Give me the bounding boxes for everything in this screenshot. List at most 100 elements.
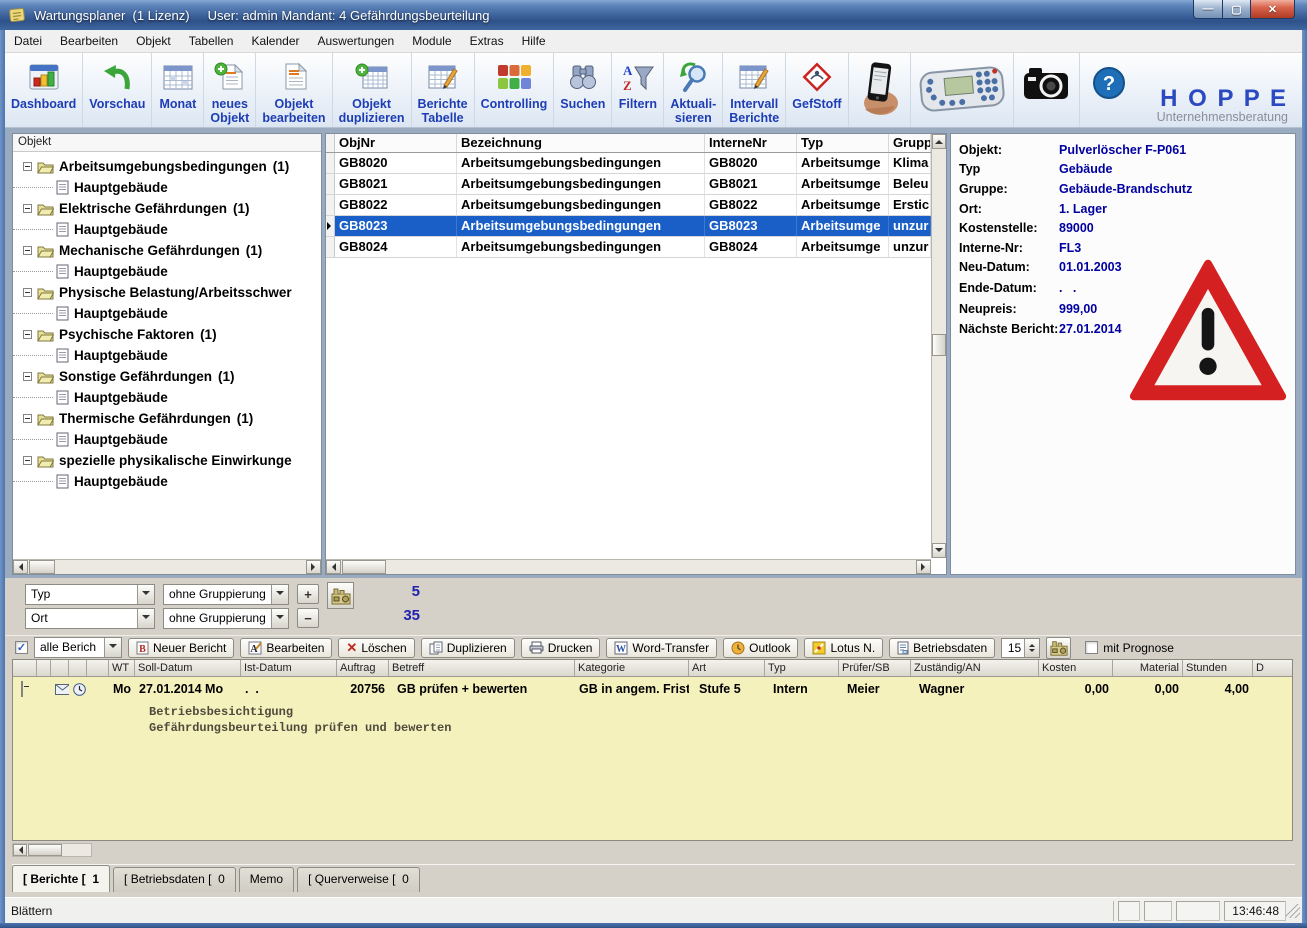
menu-kalender[interactable]: Kalender <box>242 31 308 51</box>
tree-item-child[interactable]: Hauptgebäude <box>13 471 321 492</box>
scroll-left-icon[interactable] <box>13 844 27 856</box>
remove-grouping-button[interactable]: − <box>297 608 319 628</box>
help-button[interactable]: ? <box>1080 53 1138 127</box>
scroll-left-icon[interactable] <box>13 560 28 574</box>
column-objnr[interactable]: ObjNr <box>335 134 457 152</box>
collapse-icon[interactable] <box>23 288 32 297</box>
objects-vertical-scrollbar[interactable] <box>931 134 946 558</box>
tab-querverweise[interactable]: [ Querverweise [ 0 <box>297 867 420 892</box>
menu-auswertungen[interactable]: Auswertungen <box>309 31 404 51</box>
column-clipped[interactable]: D <box>1253 660 1293 676</box>
column-wt[interactable]: WT <box>109 660 135 676</box>
scroll-left-icon[interactable] <box>326 560 341 574</box>
column-soll-datum[interactable]: Soll-Datum <box>135 660 241 676</box>
collapse-icon[interactable] <box>23 204 32 213</box>
machine-report-button[interactable] <box>1046 637 1071 659</box>
collapse-icon[interactable] <box>23 162 32 171</box>
tree-horizontal-scrollbar[interactable] <box>13 559 321 574</box>
edit-report-button[interactable]: ABearbeiten <box>240 638 332 658</box>
report-filter-select[interactable]: alle Berich <box>34 637 122 658</box>
mobile-app-button[interactable] <box>849 53 911 127</box>
menu-tabellen[interactable]: Tabellen <box>180 31 243 51</box>
tree-item-group[interactable]: Mechanische Gefährdungen(1) <box>13 240 321 261</box>
objekt-duplizieren-button[interactable]: Objekt duplizieren <box>333 53 412 127</box>
betriebsdaten-button[interactable]: Betriebsdaten <box>889 638 995 658</box>
filter-field-2-select[interactable]: Ort <box>25 608 155 629</box>
resize-grip[interactable] <box>1286 904 1300 918</box>
grouping-2-select[interactable]: ohne Gruppierung <box>163 608 289 629</box>
suchen-button[interactable]: Suchen <box>554 53 612 127</box>
column-zustaendig-an[interactable]: Zuständig/AN <box>911 660 1039 676</box>
column-ist-datum[interactable]: Ist-Datum <box>241 660 337 676</box>
tab-betriebsdaten[interactable]: [ Betriebsdaten [ 0 <box>113 867 236 892</box>
aktualisieren-button[interactable]: Aktuali- sieren <box>664 53 723 127</box>
intervall-berichte-button[interactable]: Intervall Berichte <box>723 53 786 127</box>
tree-item-group[interactable]: Elektrische Gefährdungen(1) <box>13 198 321 219</box>
tree-item-group[interactable]: spezielle physikalische Einwirkunge <box>13 450 321 471</box>
outlook-button[interactable]: Outlook <box>723 638 798 658</box>
tree-item-group[interactable]: Psychische Faktoren(1) <box>13 324 321 345</box>
gefstoff-button[interactable]: GefStoff <box>786 53 848 127</box>
tree-item-group[interactable]: Thermische Gefährdungen(1) <box>13 408 321 429</box>
menu-datei[interactable]: Datei <box>5 31 51 51</box>
new-report-button[interactable]: BNeuer Bericht <box>128 638 234 658</box>
collapse-icon[interactable] <box>23 246 32 255</box>
berichte-tabelle-button[interactable]: Berichte Tabelle <box>412 53 475 127</box>
scroll-down-icon[interactable] <box>932 543 946 558</box>
collapse-icon[interactable] <box>23 372 32 381</box>
menu-objekt[interactable]: Objekt <box>127 31 180 51</box>
tab-memo[interactable]: Memo <box>239 867 294 892</box>
delete-report-button[interactable]: ✕Löschen <box>338 638 414 658</box>
data-terminal-button[interactable] <box>911 53 1014 127</box>
tree-item-child[interactable]: Hauptgebäude <box>13 345 321 366</box>
neues-objekt-button[interactable]: neues Objekt <box>204 53 256 127</box>
maximize-button[interactable]: ▢ <box>1223 0 1251 19</box>
column-pruefer-sb[interactable]: Prüfer/SB <box>839 660 911 676</box>
tree-item-child[interactable]: Hauptgebäude <box>13 219 321 240</box>
chevron-down-icon[interactable] <box>104 638 121 657</box>
filtern-button[interactable]: AZ Filtern <box>612 53 664 127</box>
prognose-checkbox[interactable] <box>1085 641 1098 654</box>
chevron-down-icon[interactable] <box>137 609 154 628</box>
column-kosten[interactable]: Kosten <box>1039 660 1113 676</box>
reports-horizontal-scrollbar[interactable] <box>12 843 92 857</box>
menu-module[interactable]: Module <box>403 31 460 51</box>
controlling-button[interactable]: Controlling <box>475 53 555 127</box>
column-typ[interactable]: Typ <box>765 660 839 676</box>
tree-item-child[interactable]: Hauptgebäude <box>13 429 321 450</box>
collapse-icon[interactable] <box>23 330 32 339</box>
tree-item-child[interactable]: Hauptgebäude <box>13 177 321 198</box>
tree-item-group[interactable]: Physische Belastung/Arbeitsschwer <box>13 282 321 303</box>
table-row[interactable]: GB8024 Arbeitsumgebungsbedingungen GB802… <box>326 237 931 258</box>
menu-hilfe[interactable]: Hilfe <box>513 31 555 51</box>
photo-button[interactable] <box>1014 53 1080 127</box>
print-button[interactable]: Drucken <box>521 638 601 658</box>
column-stunden[interactable]: Stunden <box>1183 660 1253 676</box>
filter-field-1-select[interactable]: Typ <box>25 584 155 605</box>
column-internenr[interactable]: InterneNr <box>705 134 797 152</box>
menu-bearbeiten[interactable]: Bearbeiten <box>51 31 127 51</box>
tree-item-child[interactable]: Hauptgebäude <box>13 387 321 408</box>
column-material[interactable]: Material <box>1113 660 1183 676</box>
reports-filter-checkbox[interactable]: ✓ <box>15 641 28 654</box>
scroll-right-icon[interactable] <box>916 560 931 574</box>
collapse-icon[interactable] <box>23 414 32 423</box>
menu-extras[interactable]: Extras <box>461 31 513 51</box>
close-button[interactable]: ✕ <box>1251 0 1295 19</box>
chevron-down-icon[interactable] <box>271 585 288 604</box>
word-transfer-button[interactable]: WWord-Transfer <box>606 638 717 658</box>
chevron-down-icon[interactable] <box>137 585 154 604</box>
table-row[interactable]: GB8021 Arbeitsumgebungsbedingungen GB802… <box>326 174 931 195</box>
column-typ[interactable]: Typ <box>797 134 889 152</box>
objekt-bearbeiten-button[interactable]: Objekt bearbeiten <box>256 53 332 127</box>
add-grouping-button[interactable]: + <box>297 584 319 604</box>
tree-item-group[interactable]: Arbeitsumgebungsbedingungen(1) <box>13 156 321 177</box>
table-row[interactable]: GB8020 Arbeitsumgebungsbedingungen GB802… <box>326 153 931 174</box>
report-row[interactable]: Mo 27.01.2014 Mo . . 20756 GB prüfen + b… <box>13 677 1292 701</box>
chevron-down-icon[interactable] <box>271 609 288 628</box>
grouping-1-select[interactable]: ohne Gruppierung <box>163 584 289 605</box>
lotus-notes-button[interactable]: Lotus N. <box>804 638 883 658</box>
vorschau-button[interactable]: Vorschau <box>83 53 152 127</box>
minimize-button[interactable]: — <box>1193 0 1223 19</box>
tree-item-group[interactable]: Sonstige Gefährdungen(1) <box>13 366 321 387</box>
